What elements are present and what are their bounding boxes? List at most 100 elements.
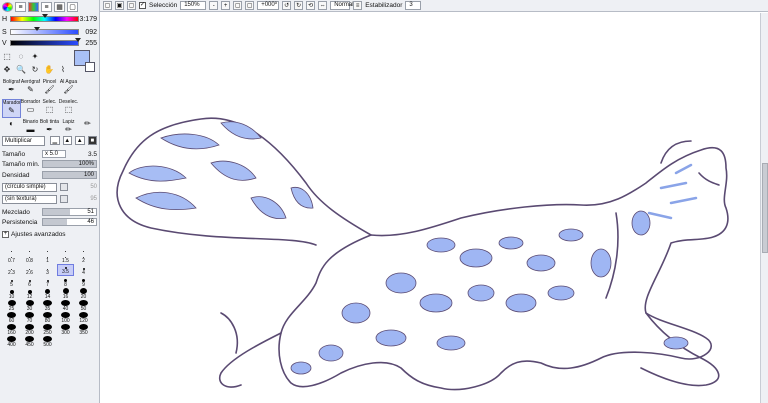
brush-slot[interactable]: Borrador ▭ — [21, 99, 40, 118]
brush-size-option[interactable]: 4 — [75, 264, 92, 276]
brush-shape-select[interactable]: (círculo simple) — [2, 182, 57, 192]
texture-options-button[interactable] — [60, 195, 68, 203]
shape-soft-button[interactable]: ▲ — [62, 136, 72, 145]
shape-medium-button[interactable]: ▲ — [75, 136, 85, 145]
brush-size-option[interactable]: 3.5 — [57, 264, 74, 276]
advanced-settings-toggle[interactable]: + Ajustes avanzados — [2, 229, 97, 239]
brush-size-option[interactable]: 160 — [3, 324, 20, 336]
brush-size-option[interactable]: 20 — [75, 288, 92, 300]
brush-size-option[interactable]: 1.5 — [57, 252, 74, 264]
value-knob[interactable] — [74, 38, 81, 42]
hsv-mode-icon[interactable]: ≡ — [41, 2, 52, 12]
zoom-out-icon[interactable]: - — [209, 1, 219, 10]
size-multiplier[interactable]: x 5.0 — [42, 150, 66, 158]
brush-size-option[interactable]: 14 — [39, 288, 56, 300]
brush-size-option[interactable]: 80 — [39, 312, 56, 324]
brush-slot[interactable]: Selec. ⬚ — [40, 99, 59, 118]
brush-size-option[interactable]: 5 — [3, 276, 20, 288]
blending-slider[interactable]: 51 — [42, 208, 97, 216]
brush-slot[interactable] — [78, 79, 97, 98]
brush-size-option[interactable]: 1 — [39, 252, 56, 264]
brush-slot[interactable]: Deselec. ⬚ — [59, 99, 78, 118]
min-size-slider[interactable]: 100% — [42, 160, 97, 168]
brush-size-option[interactable]: 60 — [3, 312, 20, 324]
brush-size-option[interactable]: 100 — [57, 312, 74, 324]
shape-hard-button[interactable]: ■ — [87, 136, 97, 145]
brush-size-option[interactable]: 500 — [39, 336, 56, 348]
hand-icon[interactable]: ✋ — [44, 64, 54, 75]
brush-size-option[interactable]: 50 — [75, 300, 92, 312]
brush-size-option[interactable]: 35 — [39, 300, 56, 312]
value-slider[interactable] — [10, 38, 81, 46]
zoom-in-icon[interactable]: + — [221, 1, 231, 10]
shape-flat-button[interactable]: ▁ — [50, 136, 60, 145]
blend-mode-field[interactable]: Normal — [330, 1, 354, 10]
brush-size-option[interactable]: 16 — [57, 288, 74, 300]
hue-slider[interactable] — [10, 14, 79, 22]
stabilizer-field[interactable]: 3 — [405, 1, 422, 10]
hue-knob[interactable] — [41, 14, 48, 18]
rotate-right-icon[interactable]: ↻ — [294, 1, 304, 10]
vertical-scrollbar[interactable] — [760, 13, 768, 403]
brush-size-option[interactable]: 2.6 — [21, 264, 38, 276]
brush-shape-options-button[interactable] — [60, 183, 68, 191]
brush-slot[interactable] — [78, 99, 97, 118]
brush-size-option[interactable] — [21, 240, 38, 252]
brush-size-option[interactable]: 250 — [39, 324, 56, 336]
brush-size-option[interactable]: 25 — [3, 300, 20, 312]
grid-mode-icon[interactable]: ▦ — [54, 2, 65, 12]
brush-size-option[interactable]: 40 — [57, 300, 74, 312]
swatches-mode-icon[interactable] — [28, 2, 39, 12]
brush-size-option[interactable]: 200 — [21, 324, 38, 336]
eyedropper-icon[interactable]: ⌇ — [58, 64, 68, 75]
brush-size-option[interactable] — [39, 240, 56, 252]
blend-mode-select[interactable]: Multiplicar — [2, 136, 45, 146]
flip-icon[interactable]: ⇔ — [318, 1, 328, 10]
brush-size-option[interactable]: 6 — [21, 276, 38, 288]
saturation-slider[interactable] — [10, 27, 79, 35]
brush-size-option[interactable] — [57, 240, 74, 252]
brush-size-option[interactable] — [75, 240, 92, 252]
brush-slot[interactable]: Bolígraf ✒ — [2, 79, 21, 98]
persistence-slider[interactable]: 46 — [42, 218, 97, 226]
brush-size-option[interactable]: 0.7 — [3, 252, 20, 264]
brush-slot[interactable]: Al Agua 🖌 — [59, 79, 78, 98]
brush-size-option[interactable]: 0.8 — [21, 252, 38, 264]
mode-options-icon[interactable]: ≡ — [353, 1, 363, 10]
rotate-left-icon[interactable]: ↺ — [282, 1, 292, 10]
texture-select[interactable]: (sin textura) — [2, 194, 57, 204]
size-value[interactable]: 3.5 — [66, 151, 97, 158]
lasso-icon[interactable]: ◌ — [16, 51, 26, 62]
color-wheel-mode-icon[interactable] — [2, 2, 13, 12]
brush-size-option[interactable]: 7 — [39, 276, 56, 288]
brush-size-option[interactable]: 300 — [57, 324, 74, 336]
rotation-field[interactable]: +000º — [257, 1, 280, 10]
magic-wand-icon[interactable]: ✦ — [30, 51, 40, 62]
show-selection-icon[interactable]: ▢ — [127, 1, 136, 10]
zoom-reset-icon[interactable]: ▢ — [233, 1, 243, 10]
brush-size-option[interactable]: 450 — [21, 336, 38, 348]
saturation-knob[interactable] — [33, 27, 40, 31]
brush-size-option[interactable]: 350 — [75, 324, 92, 336]
rect-select-icon[interactable]: ⬚ — [2, 51, 12, 62]
brush-size-option[interactable]: 8 — [57, 276, 74, 288]
brush-slot[interactable]: Aerógraf ✎ — [21, 79, 40, 98]
brush-size-option[interactable]: 10 — [3, 288, 20, 300]
density-slider[interactable]: 100 — [42, 171, 97, 179]
brush-size-option[interactable]: 30 — [21, 300, 38, 312]
secondary-color-swatch[interactable] — [85, 62, 95, 72]
invert-selection-icon[interactable]: ▣ — [115, 1, 124, 10]
rotate-reset-icon[interactable]: ⟲ — [306, 1, 316, 10]
drawing-canvas[interactable] — [101, 13, 760, 403]
brush-slot[interactable]: Pincel 🖌 — [40, 79, 59, 98]
selection-checkbox[interactable]: ✓ — [139, 2, 146, 9]
brush-size-option[interactable]: 9 — [75, 276, 92, 288]
brush-slot[interactable]: Marador ✎ — [2, 99, 21, 118]
brush-size-option[interactable]: 400 — [3, 336, 20, 348]
brush-size-option[interactable]: 120 — [75, 312, 92, 324]
rgb-mode-icon[interactable]: ≡ — [15, 2, 26, 12]
brush-size-option[interactable]: 70 — [21, 312, 38, 324]
brush-size-option[interactable]: 12 — [21, 288, 38, 300]
brush-size-option[interactable]: 2.3 — [3, 264, 20, 276]
move-icon[interactable]: ✥ — [2, 64, 12, 75]
